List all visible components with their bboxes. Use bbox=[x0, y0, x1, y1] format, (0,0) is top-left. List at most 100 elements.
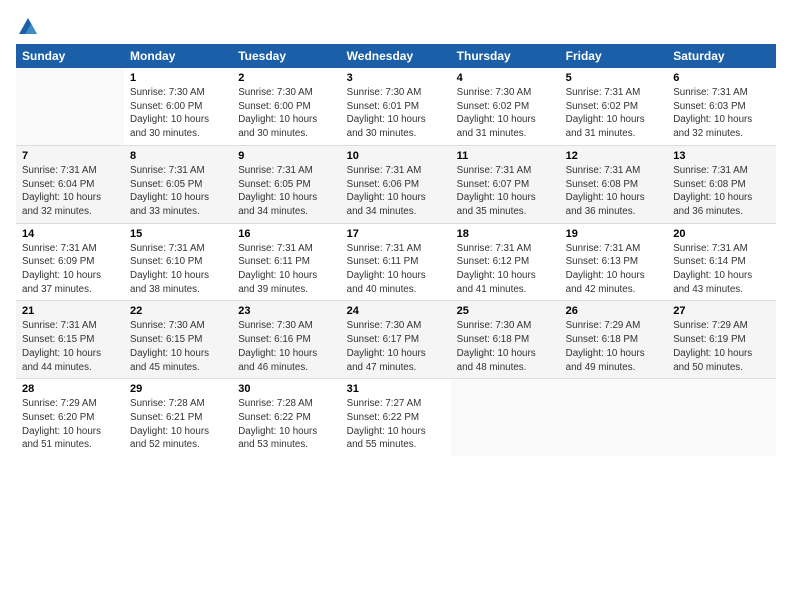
day-info: Sunrise: 7:31 AM Sunset: 6:08 PM Dayligh… bbox=[673, 164, 770, 219]
week-row-5: 28 Sunrise: 7:29 AM Sunset: 6:20 PM Dayli… bbox=[16, 379, 776, 456]
logo-icon bbox=[17, 16, 39, 38]
day-number: 28 bbox=[22, 383, 118, 395]
calendar-cell: 4 Sunrise: 7:30 AM Sunset: 6:02 PM Daylig… bbox=[451, 68, 560, 145]
calendar-cell: 24Sunrise: 7:30 AM Sunset: 6:17 PM Dayli… bbox=[341, 301, 451, 379]
day-number: 19 bbox=[566, 228, 662, 240]
day-info: Sunrise: 7:29 AM Sunset: 6:18 PM Dayligh… bbox=[566, 319, 662, 374]
day-info: Sunrise: 7:31 AM Sunset: 6:09 PM Dayligh… bbox=[22, 242, 118, 297]
logo bbox=[16, 16, 40, 34]
day-number: 1 bbox=[130, 72, 226, 84]
day-number: 20 bbox=[673, 228, 770, 240]
day-number: 13 bbox=[673, 150, 770, 162]
calendar-cell: 9 Sunrise: 7:31 AM Sunset: 6:05 PM Daylig… bbox=[232, 145, 340, 223]
calendar-cell: 13 Sunrise: 7:31 AM Sunset: 6:08 PM Dayli… bbox=[667, 145, 776, 223]
calendar-cell: 1 Sunrise: 7:30 AM Sunset: 6:00 PM Daylig… bbox=[124, 68, 232, 145]
calendar-cell: 11 Sunrise: 7:31 AM Sunset: 6:07 PM Dayli… bbox=[451, 145, 560, 223]
day-info: Sunrise: 7:31 AM Sunset: 6:13 PM Dayligh… bbox=[566, 242, 662, 297]
day-number: 25 bbox=[457, 305, 554, 317]
day-number: 10 bbox=[347, 150, 445, 162]
week-row-2: 7 Sunrise: 7:31 AM Sunset: 6:04 PM Daylig… bbox=[16, 145, 776, 223]
day-number: 22 bbox=[130, 305, 226, 317]
day-number: 14 bbox=[22, 228, 118, 240]
calendar-cell: 26Sunrise: 7:29 AM Sunset: 6:18 PM Dayli… bbox=[560, 301, 668, 379]
day-info: Sunrise: 7:29 AM Sunset: 6:20 PM Dayligh… bbox=[22, 397, 118, 452]
day-number: 30 bbox=[238, 383, 334, 395]
day-info: Sunrise: 7:31 AM Sunset: 6:07 PM Dayligh… bbox=[457, 164, 554, 219]
day-info: Sunrise: 7:30 AM Sunset: 6:00 PM Dayligh… bbox=[238, 86, 334, 141]
day-info: Sunrise: 7:29 AM Sunset: 6:19 PM Dayligh… bbox=[673, 319, 770, 374]
column-header-saturday: Saturday bbox=[667, 44, 776, 68]
calendar-table: SundayMondayTuesdayWednesdayThursdayFrid… bbox=[16, 44, 776, 456]
calendar-cell: 27 Sunrise: 7:29 AM Sunset: 6:19 PM Dayli… bbox=[667, 301, 776, 379]
day-number: 29 bbox=[130, 383, 226, 395]
calendar-cell: 23 Sunrise: 7:30 AM Sunset: 6:16 PM Dayli… bbox=[232, 301, 340, 379]
day-info: Sunrise: 7:30 AM Sunset: 6:00 PM Dayligh… bbox=[130, 86, 226, 141]
day-info: Sunrise: 7:30 AM Sunset: 6:15 PM Dayligh… bbox=[130, 319, 226, 374]
day-info: Sunrise: 7:27 AM Sunset: 6:22 PM Dayligh… bbox=[347, 397, 445, 452]
day-info: Sunrise: 7:31 AM Sunset: 6:08 PM Dayligh… bbox=[566, 164, 662, 219]
calendar-cell: 20 Sunrise: 7:31 AM Sunset: 6:14 PM Dayli… bbox=[667, 223, 776, 301]
day-number: 2 bbox=[238, 72, 334, 84]
day-info: Sunrise: 7:28 AM Sunset: 6:22 PM Dayligh… bbox=[238, 397, 334, 452]
calendar-cell bbox=[451, 379, 560, 456]
page-container: SundayMondayTuesdayWednesdayThursdayFrid… bbox=[0, 0, 792, 464]
calendar-cell: 15Sunrise: 7:31 AM Sunset: 6:10 PM Dayli… bbox=[124, 223, 232, 301]
column-header-monday: Monday bbox=[124, 44, 232, 68]
header-row: SundayMondayTuesdayWednesdayThursdayFrid… bbox=[16, 44, 776, 68]
column-header-sunday: Sunday bbox=[16, 44, 124, 68]
calendar-cell bbox=[667, 379, 776, 456]
day-info: Sunrise: 7:31 AM Sunset: 6:03 PM Dayligh… bbox=[673, 86, 770, 141]
day-info: Sunrise: 7:31 AM Sunset: 6:11 PM Dayligh… bbox=[238, 242, 334, 297]
day-info: Sunrise: 7:31 AM Sunset: 6:14 PM Dayligh… bbox=[673, 242, 770, 297]
day-info: Sunrise: 7:31 AM Sunset: 6:12 PM Dayligh… bbox=[457, 242, 554, 297]
day-number: 5 bbox=[566, 72, 662, 84]
day-info: Sunrise: 7:30 AM Sunset: 6:18 PM Dayligh… bbox=[457, 319, 554, 374]
calendar-cell: 3Sunrise: 7:30 AM Sunset: 6:01 PM Daylig… bbox=[341, 68, 451, 145]
day-number: 4 bbox=[457, 72, 554, 84]
day-number: 8 bbox=[130, 150, 226, 162]
day-info: Sunrise: 7:31 AM Sunset: 6:04 PM Dayligh… bbox=[22, 164, 118, 219]
day-info: Sunrise: 7:31 AM Sunset: 6:10 PM Dayligh… bbox=[130, 242, 226, 297]
column-header-wednesday: Wednesday bbox=[341, 44, 451, 68]
day-number: 18 bbox=[457, 228, 554, 240]
calendar-cell: 14 Sunrise: 7:31 AM Sunset: 6:09 PM Dayli… bbox=[16, 223, 124, 301]
column-header-tuesday: Tuesday bbox=[232, 44, 340, 68]
calendar-cell: 31Sunrise: 7:27 AM Sunset: 6:22 PM Dayli… bbox=[341, 379, 451, 456]
calendar-cell: 12 Sunrise: 7:31 AM Sunset: 6:08 PM Dayli… bbox=[560, 145, 668, 223]
calendar-cell: 5Sunrise: 7:31 AM Sunset: 6:02 PM Daylig… bbox=[560, 68, 668, 145]
day-number: 3 bbox=[347, 72, 445, 84]
day-number: 9 bbox=[238, 150, 334, 162]
calendar-cell: 18 Sunrise: 7:31 AM Sunset: 6:12 PM Dayli… bbox=[451, 223, 560, 301]
calendar-cell: 17Sunrise: 7:31 AM Sunset: 6:11 PM Dayli… bbox=[341, 223, 451, 301]
column-header-friday: Friday bbox=[560, 44, 668, 68]
calendar-cell: 25 Sunrise: 7:30 AM Sunset: 6:18 PM Dayli… bbox=[451, 301, 560, 379]
day-info: Sunrise: 7:31 AM Sunset: 6:11 PM Dayligh… bbox=[347, 242, 445, 297]
calendar-cell: 19 Sunrise: 7:31 AM Sunset: 6:13 PM Dayli… bbox=[560, 223, 668, 301]
day-number: 27 bbox=[673, 305, 770, 317]
calendar-cell: 7 Sunrise: 7:31 AM Sunset: 6:04 PM Daylig… bbox=[16, 145, 124, 223]
day-info: Sunrise: 7:31 AM Sunset: 6:05 PM Dayligh… bbox=[238, 164, 334, 219]
header bbox=[16, 16, 776, 34]
day-info: Sunrise: 7:31 AM Sunset: 6:05 PM Dayligh… bbox=[130, 164, 226, 219]
week-row-4: 21Sunrise: 7:31 AM Sunset: 6:15 PM Dayli… bbox=[16, 301, 776, 379]
day-number: 11 bbox=[457, 150, 554, 162]
calendar-cell: 29 Sunrise: 7:28 AM Sunset: 6:21 PM Dayli… bbox=[124, 379, 232, 456]
day-number: 23 bbox=[238, 305, 334, 317]
week-row-3: 14 Sunrise: 7:31 AM Sunset: 6:09 PM Dayli… bbox=[16, 223, 776, 301]
calendar-cell bbox=[16, 68, 124, 145]
calendar-cell: 22 Sunrise: 7:30 AM Sunset: 6:15 PM Dayli… bbox=[124, 301, 232, 379]
column-header-thursday: Thursday bbox=[451, 44, 560, 68]
day-info: Sunrise: 7:30 AM Sunset: 6:16 PM Dayligh… bbox=[238, 319, 334, 374]
calendar-cell: 10 Sunrise: 7:31 AM Sunset: 6:06 PM Dayli… bbox=[341, 145, 451, 223]
day-number: 12 bbox=[566, 150, 662, 162]
calendar-cell: 8 Sunrise: 7:31 AM Sunset: 6:05 PM Daylig… bbox=[124, 145, 232, 223]
day-info: Sunrise: 7:30 AM Sunset: 6:17 PM Dayligh… bbox=[347, 319, 445, 374]
calendar-cell: 30 Sunrise: 7:28 AM Sunset: 6:22 PM Dayli… bbox=[232, 379, 340, 456]
calendar-cell: 21Sunrise: 7:31 AM Sunset: 6:15 PM Dayli… bbox=[16, 301, 124, 379]
day-number: 7 bbox=[22, 150, 118, 162]
calendar-cell: 28 Sunrise: 7:29 AM Sunset: 6:20 PM Dayli… bbox=[16, 379, 124, 456]
day-info: Sunrise: 7:28 AM Sunset: 6:21 PM Dayligh… bbox=[130, 397, 226, 452]
day-info: Sunrise: 7:30 AM Sunset: 6:02 PM Dayligh… bbox=[457, 86, 554, 141]
day-number: 21 bbox=[22, 305, 118, 317]
day-info: Sunrise: 7:31 AM Sunset: 6:06 PM Dayligh… bbox=[347, 164, 445, 219]
